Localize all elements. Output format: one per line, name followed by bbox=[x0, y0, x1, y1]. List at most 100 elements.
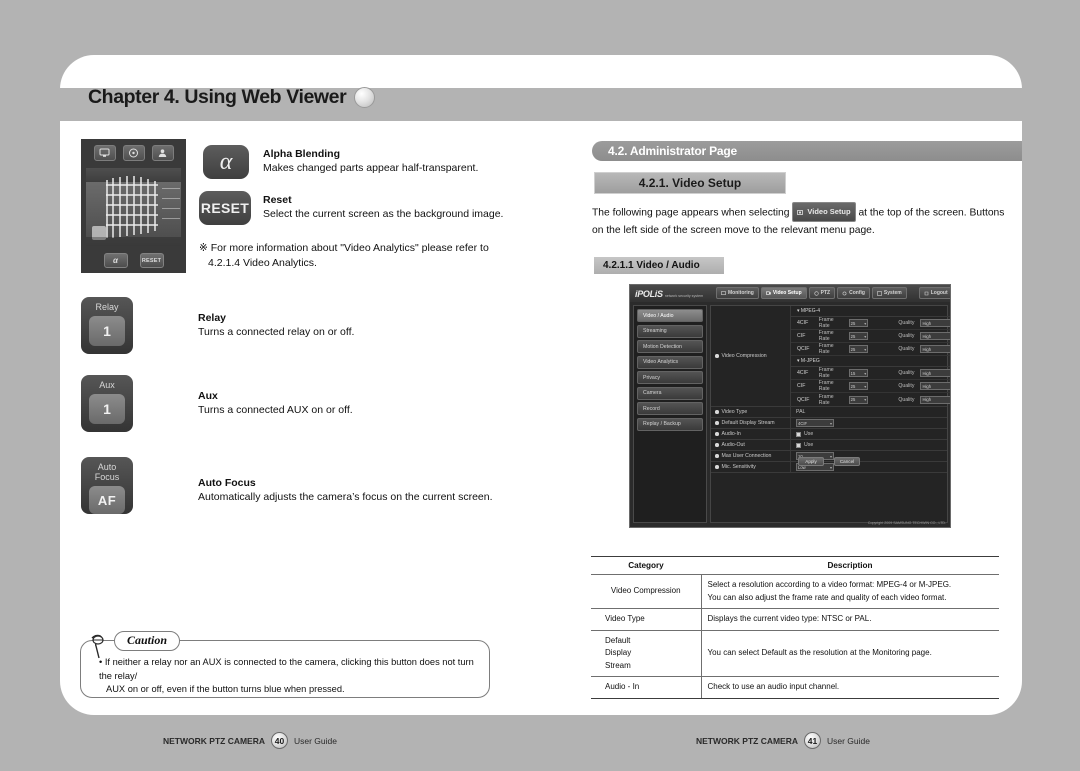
tab-monitoring[interactable]: Monitoring bbox=[716, 287, 759, 299]
table-row: Video Type Displays the current video ty… bbox=[591, 608, 999, 631]
video-setup-chip-label: Video Setup bbox=[807, 207, 851, 216]
group-header-mpeg4: ▾ MPEG-4 bbox=[791, 306, 950, 317]
feature-title: Auto Focus bbox=[198, 477, 256, 489]
frame-rate-select[interactable]: 25 ▾ bbox=[848, 319, 869, 327]
footer-guide: User Guide bbox=[827, 735, 870, 746]
frame-rate-label: Frame Rate bbox=[818, 380, 834, 392]
feature-aux: Aux 1 Aux Turns a connected AUX on or of… bbox=[81, 375, 353, 432]
field-label: Default Display Stream bbox=[711, 418, 791, 428]
chevron-down-icon: ▾ bbox=[864, 333, 867, 339]
caution-text-line-2: AUX on or off, even if the button turns … bbox=[106, 684, 345, 694]
quality-select[interactable]: High▾ bbox=[920, 319, 950, 327]
app-logo: iPOLiS network security system bbox=[635, 289, 703, 299]
field-label-video-compression: Video Compression bbox=[711, 306, 791, 406]
sidebar-item-camera[interactable]: Camera bbox=[637, 386, 703, 400]
relay-caption: Relay bbox=[95, 302, 119, 312]
codec-row: 4CIF Frame Rate 15▾ Quality High▾ bbox=[791, 367, 950, 380]
feature-title: Reset bbox=[263, 194, 292, 206]
group-header-mjpeg: ▾ M-JPEG bbox=[791, 356, 950, 367]
quality-select[interactable]: High▾ bbox=[920, 382, 950, 390]
cell-description: You can select Default as the resolution… bbox=[701, 629, 999, 677]
sidebar-item-privacy[interactable]: Privacy bbox=[637, 371, 703, 384]
column-header-description: Description bbox=[701, 556, 999, 575]
table-row: Audio - In Check to use an audio input c… bbox=[591, 676, 999, 699]
cell-category: Default Display Stream bbox=[591, 629, 702, 677]
app-logo-text: iPOLiS bbox=[635, 288, 663, 299]
quality-select[interactable]: High▾ bbox=[920, 332, 951, 340]
table-header-row: Category Description bbox=[591, 556, 999, 575]
resolution-label: QCIF bbox=[797, 396, 810, 403]
app-sidebar: Video / Audio Streaming Motion Detection… bbox=[633, 305, 707, 523]
default-display-stream-select[interactable]: 4CIF ▾ bbox=[796, 419, 834, 427]
sidebar-item-streaming[interactable]: Streaming bbox=[637, 324, 703, 338]
sidebar-item-motion-detection[interactable]: Motion Detection bbox=[637, 340, 703, 353]
field-label: Video Type bbox=[711, 407, 791, 417]
footer-page-number: 40 bbox=[271, 732, 288, 749]
frame-rate-select[interactable]: 25 ▾ bbox=[848, 332, 869, 340]
table-row: Default Display Stream You can select De… bbox=[591, 629, 999, 677]
sidebar-item-video-analytics[interactable]: Video Analytics bbox=[637, 355, 703, 369]
frame-rate-select[interactable]: 25 ▾ bbox=[848, 382, 869, 390]
codec-row: QCIF Frame Rate 25▾ Quality High▾ bbox=[791, 393, 951, 406]
chevron-down-icon: ▾ bbox=[950, 334, 951, 339]
logout-label: Logout bbox=[930, 290, 948, 296]
quality-select[interactable]: High▾ bbox=[920, 369, 950, 377]
field-label: Audio-In bbox=[711, 429, 791, 439]
sidebar-item-record[interactable]: Record bbox=[637, 402, 703, 415]
audio-in-checkbox[interactable] bbox=[796, 431, 801, 437]
tab-video-setup[interactable]: Video Setup bbox=[760, 287, 807, 299]
manual-spread: Chapter 4. Using Web Viewer α RESET α Al… bbox=[0, 0, 1080, 771]
frame-rate-label: Frame Rate bbox=[818, 367, 834, 379]
thumbnail-bottom-toolbar: α RESET bbox=[81, 253, 186, 268]
intro-before: The following page appears when selectin… bbox=[592, 207, 790, 219]
auto-focus-caption: Auto Focus bbox=[94, 462, 120, 482]
chevron-down-icon: ▾ bbox=[950, 397, 951, 402]
tab-system[interactable]: System bbox=[871, 287, 907, 299]
sidebar-item-video-audio[interactable]: Video / Audio bbox=[637, 309, 703, 322]
feature-title: Relay bbox=[198, 312, 227, 324]
frame-rate-select[interactable]: 15 ▾ bbox=[848, 369, 869, 377]
auto-focus-button: Auto Focus AF bbox=[81, 457, 133, 514]
quality-select[interactable]: High▾ bbox=[920, 395, 951, 404]
note-line-1: ※ For more information about "Video Anal… bbox=[199, 242, 489, 254]
resolution-label: CIF bbox=[797, 333, 806, 339]
frame-rate-select[interactable]: 25 ▾ bbox=[848, 395, 869, 404]
monitor-icon bbox=[721, 290, 726, 295]
column-header-category: Category bbox=[591, 556, 701, 575]
quality-select[interactable]: High▾ bbox=[920, 345, 951, 353]
video-setup-chip: Video Setup bbox=[792, 202, 856, 222]
field-value-wrap: Use bbox=[791, 440, 947, 450]
footer-product: NETWORK PTZ CAMERA bbox=[696, 735, 798, 746]
feature-text: Turns a connected relay on or off. bbox=[198, 326, 355, 338]
app-action-buttons: Apply Cancel bbox=[710, 457, 948, 466]
tab-ptz[interactable]: PTZ bbox=[808, 287, 836, 299]
caution-box: Caution • If neither a relay nor an AUX … bbox=[80, 631, 490, 698]
feature-title: Aux bbox=[198, 390, 218, 402]
footer-product: NETWORK PTZ CAMERA bbox=[163, 735, 265, 746]
chevron-down-icon: ▾ bbox=[950, 347, 951, 352]
section-heading-video-setup: 4.2.1. Video Setup bbox=[594, 172, 786, 194]
tab-config[interactable]: Config bbox=[837, 287, 870, 299]
field-row-audio-out: Audio-Out Use bbox=[711, 440, 947, 451]
apply-button[interactable]: Apply bbox=[798, 457, 824, 466]
logout-button[interactable]: Logout bbox=[918, 287, 950, 299]
web-viewer-thumbnail: α RESET bbox=[81, 139, 186, 273]
right-page-footer: NETWORK PTZ CAMERA 41 User Guide bbox=[696, 732, 870, 749]
frame-rate-select[interactable]: 25 ▾ bbox=[848, 345, 869, 353]
feature-alpha-blending: α Alpha Blending Makes changed parts app… bbox=[203, 145, 478, 179]
logout-icon bbox=[924, 291, 929, 295]
cancel-button[interactable]: Cancel bbox=[834, 457, 860, 466]
app-tabbar: Monitoring Video Setup PTZ Config System bbox=[716, 287, 950, 299]
bullet-icon bbox=[715, 443, 719, 447]
alpha-blending-icon: α bbox=[203, 145, 249, 179]
sidebar-item-replay-backup[interactable]: Replay / Backup bbox=[637, 417, 703, 431]
chevron-down-icon: ▾ bbox=[864, 346, 867, 352]
feature-relay: Relay 1 Relay Turns a connected relay on… bbox=[81, 297, 354, 354]
copyright-text: Copyright 2009 SAMSUNG TECHWIN CO., LTD. bbox=[867, 521, 946, 525]
monitor-icon bbox=[93, 145, 116, 161]
chevron-down-icon: ▾ bbox=[864, 383, 867, 389]
thumbnail-toolbar bbox=[81, 145, 186, 161]
audio-out-checkbox[interactable] bbox=[796, 442, 801, 448]
chevron-down-icon: ▾ bbox=[864, 397, 867, 402]
aux-button: Aux 1 bbox=[81, 375, 133, 432]
